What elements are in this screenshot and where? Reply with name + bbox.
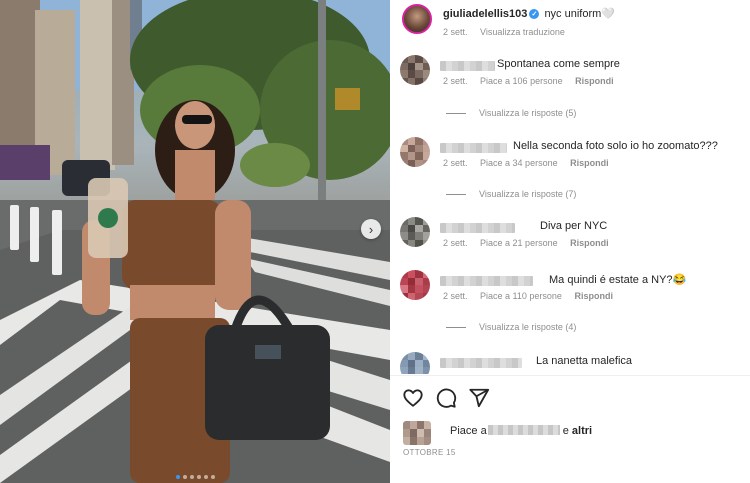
comment-time[interactable]: 2 sett.: [443, 158, 468, 168]
post-photo[interactable]: ›: [0, 0, 390, 483]
photo-illustration: [0, 0, 390, 483]
reply-button[interactable]: Rispondi: [574, 291, 613, 301]
comment-text: La nanetta malefica: [536, 355, 633, 367]
carousel-next-button[interactable]: ›: [361, 219, 381, 239]
reply-button[interactable]: Rispondi: [575, 76, 614, 86]
author-avatar[interactable]: [402, 4, 432, 34]
comment-text: Spontanea come sempre: [497, 58, 620, 70]
carousel-dot: [196, 475, 201, 479]
comment-time[interactable]: 2 sett.: [443, 76, 468, 86]
comment-item: Nella seconda foto solo io ho zoomato???…: [390, 137, 750, 177]
share-icon[interactable]: [468, 387, 490, 409]
comment-avatar[interactable]: [400, 137, 430, 167]
carousel-dot: [182, 475, 187, 479]
translate-link[interactable]: Visualizza traduzione: [480, 27, 565, 37]
comment-text: Nella seconda foto solo io ho zoomato???: [513, 140, 718, 152]
comment-item: Diva per NYC 2 sett. Piace a 21 persone …: [390, 217, 750, 257]
carousel-dots: [0, 475, 390, 479]
comment-text: Diva per NYC: [540, 220, 608, 232]
carousel-dot: [210, 475, 215, 479]
replies-line: [446, 112, 466, 114]
comment-likes[interactable]: Piace a 21 persone: [480, 238, 558, 248]
likes-connector: e: [562, 425, 569, 437]
view-replies-label: Visualizza le risposte (4): [479, 322, 577, 332]
comment-time[interactable]: 2 sett.: [443, 291, 468, 301]
likes-summary: Piace a e altri: [450, 425, 592, 437]
comment-item: Spontanea come sempre 2 sett. Piace a 10…: [390, 55, 750, 95]
comment-icon[interactable]: [435, 387, 457, 409]
view-replies-button[interactable]: Visualizza le risposte (4): [446, 322, 576, 332]
replies-line: [446, 193, 466, 195]
comment-meta: 2 sett. Piace a 110 persone Rispondi: [443, 291, 623, 301]
comment-likes[interactable]: Piace a 106 persone: [480, 76, 563, 86]
comment-avatar[interactable]: [400, 55, 430, 85]
replies-line: [446, 326, 466, 328]
reply-button[interactable]: Rispondi: [570, 238, 609, 248]
comment-avatar[interactable]: [400, 352, 430, 374]
caption-text: nyc uniform🤍: [544, 8, 615, 20]
comment-text: Ma quindi é estate a NY?😂: [549, 274, 687, 286]
comment-meta: 2 sett. Piace a 34 persone Rispondi: [443, 158, 619, 168]
comment-avatar[interactable]: [400, 217, 430, 247]
comment-meta: 2 sett. Piace a 106 persone Rispondi: [443, 76, 624, 86]
comment-meta: 2 sett. Piace a 21 persone Rispondi: [443, 238, 619, 248]
view-replies-button[interactable]: Visualizza le risposte (5): [446, 108, 576, 118]
comments-panel: giuliadelellis103 ✓ nyc uniform🤍 2 sett. …: [390, 0, 750, 483]
carousel-dot: [175, 475, 180, 479]
carousel-dot: [203, 475, 208, 479]
comment-username-blurred[interactable]: [440, 223, 515, 233]
comment-likes[interactable]: Piace a 110 persone: [480, 291, 562, 301]
comment-username-blurred[interactable]: [440, 61, 495, 71]
comment-avatar[interactable]: [400, 270, 430, 300]
heart-icon[interactable]: [402, 387, 424, 409]
comment-item: Ma quindi é estate a NY?😂 2 sett. Piace …: [390, 270, 750, 310]
view-replies-label: Visualizza le risposte (5): [479, 108, 577, 118]
comment-time[interactable]: 2 sett.: [443, 238, 468, 248]
view-replies-label: Visualizza le risposte (7): [479, 189, 577, 199]
likes-prefix: Piace a: [450, 425, 487, 437]
liker-avatar[interactable]: [403, 421, 431, 445]
post-date[interactable]: OTTOBRE 15: [403, 448, 456, 457]
likes-others-link[interactable]: altri: [572, 425, 592, 437]
view-replies-button[interactable]: Visualizza le risposte (7): [446, 189, 576, 199]
actions-divider: [390, 375, 750, 376]
action-bar: [402, 387, 490, 409]
caption-time[interactable]: 2 sett.: [443, 27, 468, 37]
carousel-dot: [189, 475, 194, 479]
comment-username-blurred[interactable]: [440, 276, 533, 286]
reply-button[interactable]: Rispondi: [570, 158, 609, 168]
comment-username-blurred[interactable]: [440, 143, 507, 153]
chevron-right-icon: ›: [368, 221, 374, 237]
caption-row: giuliadelellis103 ✓ nyc uniform🤍: [443, 7, 615, 20]
author-username[interactable]: giuliadelellis103: [443, 8, 527, 20]
caption-meta: 2 sett. Visualizza traduzione: [443, 27, 565, 37]
comment-likes[interactable]: Piace a 34 persone: [480, 158, 558, 168]
comment-username-blurred[interactable]: [440, 358, 522, 368]
liker-username-blurred[interactable]: [487, 425, 560, 435]
comment-item: La nanetta malefica: [390, 352, 750, 374]
verified-badge-icon: ✓: [529, 9, 540, 19]
